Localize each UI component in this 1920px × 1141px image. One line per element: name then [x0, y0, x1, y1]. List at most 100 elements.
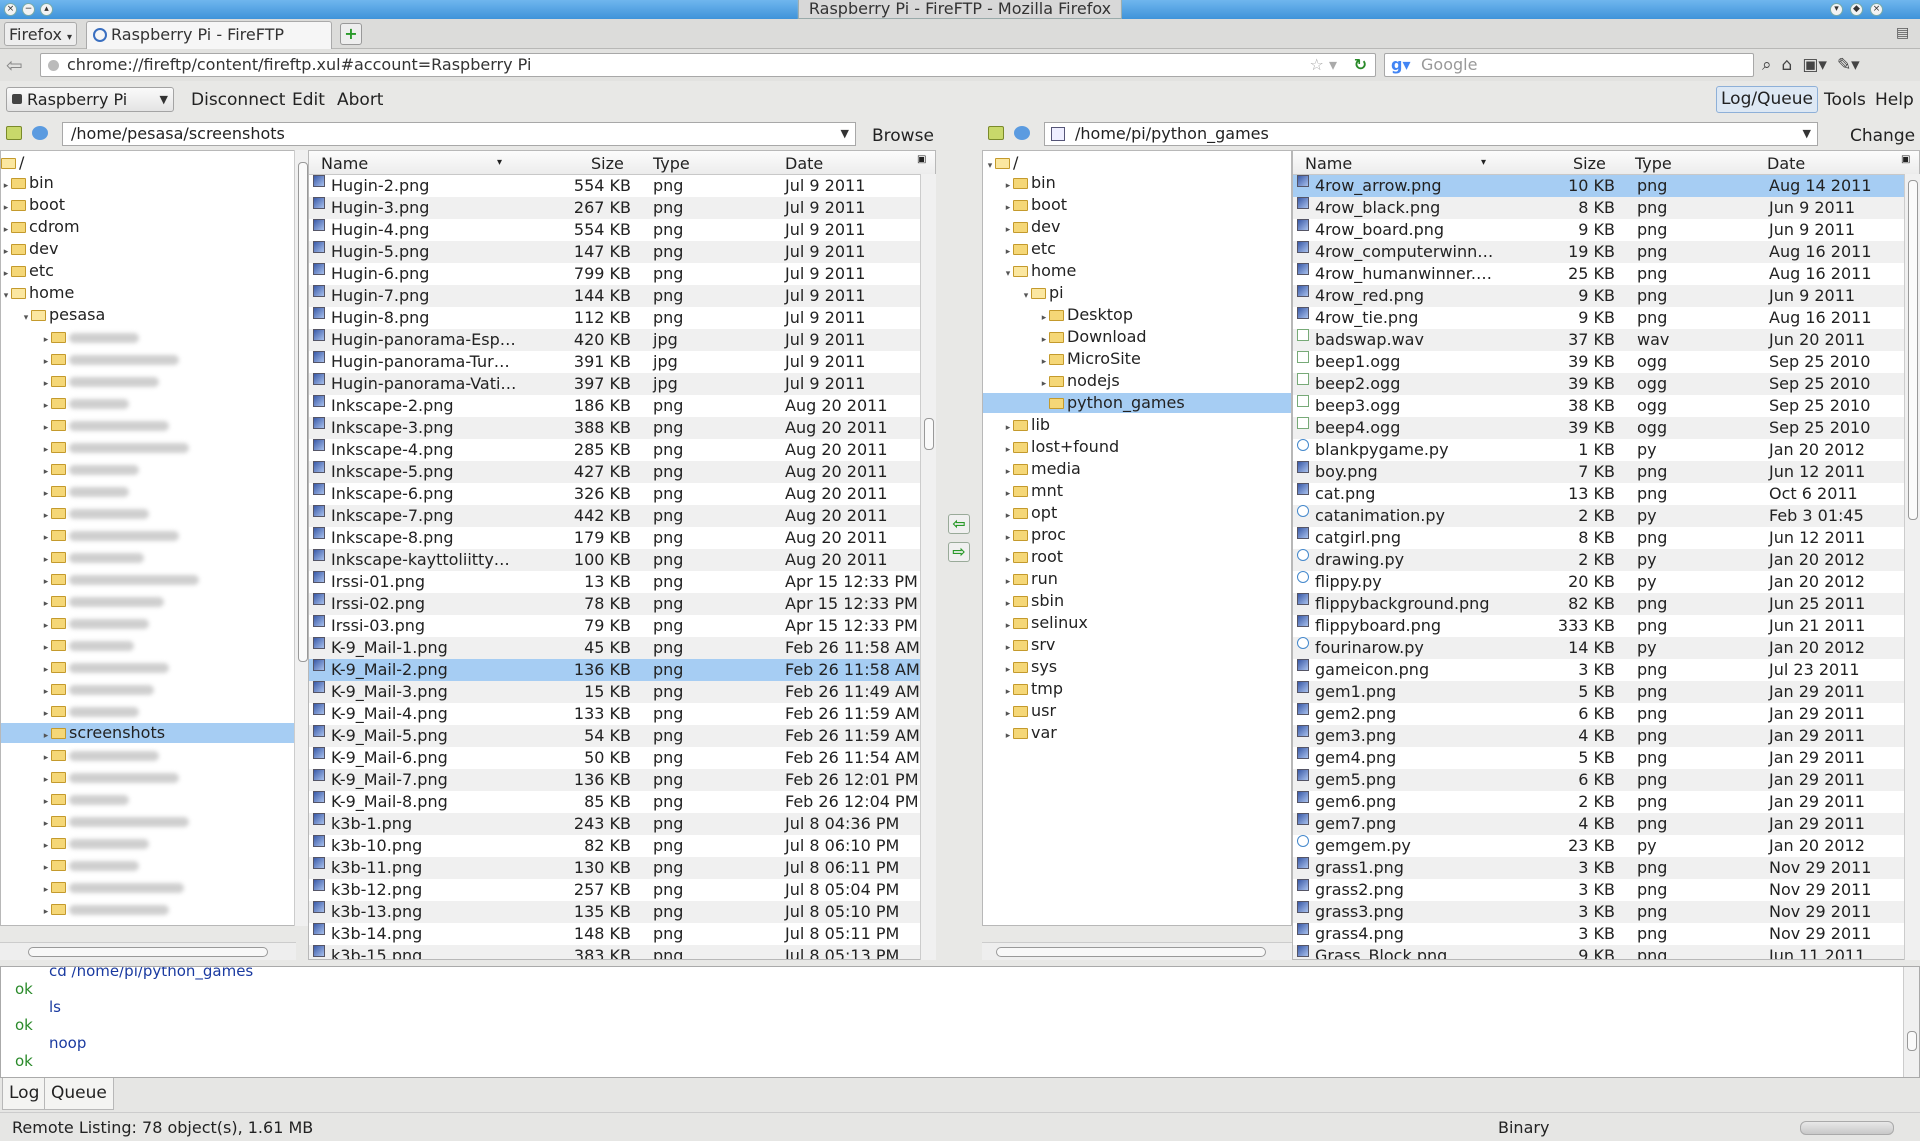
file-row[interactable]: gem4.png 5 KB png Jan 29 2011 [1293, 747, 1905, 769]
tree-folder[interactable]: ▸ dev [1003, 217, 1061, 237]
file-row[interactable]: beep4.ogg 39 KB ogg Sep 25 2010 [1293, 417, 1905, 439]
google-engine-icon[interactable]: g▾ [1391, 54, 1410, 76]
tree-folder[interactable]: ▸ [41, 503, 149, 523]
window-restore-icon[interactable]: ◆ [1850, 3, 1863, 16]
tree-folder[interactable]: ▸ [41, 745, 159, 765]
scroll-thumb[interactable] [1907, 1031, 1917, 1051]
tree-folder[interactable]: ▸ [41, 877, 184, 897]
chevron-down-icon[interactable]: ▼ [1803, 123, 1811, 145]
tree-folder[interactable]: ▸ [41, 679, 154, 699]
chevron-down-icon[interactable]: ▾ [1021, 286, 1031, 306]
tree-folder[interactable]: ▸ cdrom [1, 217, 80, 237]
chevron-right-icon[interactable]: ▸ [41, 726, 51, 746]
file-row[interactable]: Hugin-panorama-Vati… 397 KB jpg Jul 9 2011 [309, 373, 921, 395]
chevron-right-icon[interactable]: ▸ [41, 330, 51, 350]
file-row[interactable]: K-9_Mail-4.png 133 KB png Feb 26 11:59 AM [309, 703, 921, 725]
tree-folder[interactable]: ▸ [41, 525, 179, 545]
chevron-right-icon[interactable]: ▸ [1, 242, 11, 262]
edit-button[interactable]: Edit [292, 90, 325, 110]
chevron-right-icon[interactable]: ▸ [41, 462, 51, 482]
file-row[interactable]: 4row_tie.png 9 KB png Aug 16 2011 [1293, 307, 1905, 329]
tree-folder[interactable]: ▸ [41, 591, 164, 611]
file-row[interactable]: K-9_Mail-8.png 85 KB png Feb 26 12:04 PM [309, 791, 921, 813]
file-row[interactable]: flippybackground.png 82 KB png Jun 25 2011 [1293, 593, 1905, 615]
help-menu[interactable]: Help [1875, 90, 1914, 110]
col-date-header[interactable]: Date [785, 154, 823, 173]
chevron-right-icon[interactable]: ▸ [1039, 352, 1049, 372]
download-arrow-icon[interactable]: ⇦ [948, 514, 970, 534]
chevron-right-icon[interactable]: ▸ [1003, 528, 1013, 548]
local-up-folder-icon[interactable] [6, 126, 22, 140]
file-row[interactable]: gem7.png 4 KB png Jan 29 2011 [1293, 813, 1905, 835]
chevron-right-icon[interactable]: ▸ [1, 198, 11, 218]
chevron-right-icon[interactable]: ▸ [1003, 462, 1013, 482]
file-row[interactable]: catanimation.py 2 KB py Feb 3 01:45 [1293, 505, 1905, 527]
file-row[interactable]: 4row_black.png 8 KB png Jun 9 2011 [1293, 197, 1905, 219]
file-row[interactable]: Irssi-02.png 78 KB png Apr 15 12:33 PM [309, 593, 921, 615]
tree-folder[interactable]: ▸ run [1003, 569, 1058, 589]
tree-folder[interactable]: ▸ sbin [1003, 591, 1064, 611]
column-picker-icon[interactable]: ▣ [1901, 154, 1910, 165]
tree-folder[interactable]: ▸ boot [1, 195, 65, 215]
remote-refresh-icon[interactable] [1014, 126, 1030, 140]
chevron-right-icon[interactable]: ▸ [1, 220, 11, 240]
file-row[interactable]: K-9_Mail-7.png 136 KB png Feb 26 12:01 PM [309, 769, 921, 791]
chevron-right-icon[interactable]: ▸ [1, 264, 11, 284]
file-row-selected[interactable]: K-9_Mail-2.png 136 KB png Feb 26 11:58 AM [309, 659, 921, 681]
tree-folder[interactable]: ▸ root [1003, 547, 1063, 567]
chevron-right-icon[interactable]: ▸ [1003, 550, 1013, 570]
chevron-right-icon[interactable]: ▸ [1003, 660, 1013, 680]
chevron-right-icon[interactable]: ▸ [41, 374, 51, 394]
chevron-right-icon[interactable]: ▸ [41, 682, 51, 702]
remote-up-folder-icon[interactable] [988, 126, 1004, 140]
tree-folder[interactable]: ▸ lost+found [1003, 437, 1119, 457]
file-row[interactable]: Hugin-8.png 112 KB png Jul 9 2011 [309, 307, 921, 329]
chevron-right-icon[interactable]: ▸ [1039, 330, 1049, 350]
tab-log[interactable]: Log [2, 1078, 47, 1110]
file-row[interactable]: gem3.png 4 KB png Jan 29 2011 [1293, 725, 1905, 747]
chevron-right-icon[interactable]: ▸ [41, 418, 51, 438]
site-identity-icon[interactable] [48, 60, 59, 71]
file-row[interactable]: Hugin-7.png 144 KB png Jul 9 2011 [309, 285, 921, 307]
tree-folder[interactable]: ▸ [41, 767, 179, 787]
scroll-thumb[interactable] [996, 947, 1266, 957]
file-row[interactable]: Hugin-panorama-Tur… 391 KB jpg Jul 9 2011 [309, 351, 921, 373]
col-size-header[interactable]: Size [591, 154, 624, 173]
tree-folder[interactable]: ▾ pi [1021, 283, 1064, 303]
file-row[interactable]: catgirl.png 8 KB png Jun 12 2011 [1293, 527, 1905, 549]
chevron-right-icon[interactable]: ▸ [1003, 242, 1013, 262]
chevron-right-icon[interactable]: ▸ [41, 814, 51, 834]
file-row[interactable]: K-9_Mail-5.png 54 KB png Feb 26 11:59 AM [309, 725, 921, 747]
chevron-right-icon[interactable]: ▸ [41, 506, 51, 526]
chevron-right-icon[interactable]: ▸ [41, 352, 51, 372]
tools-menu[interactable]: Tools [1824, 90, 1866, 110]
transfer-mode-status[interactable]: Binary [1498, 1118, 1549, 1137]
url-bar[interactable]: chrome://fireftp/content/fireftp.xul#acc… [40, 53, 1376, 77]
tree-folder[interactable]: ▸ [41, 459, 139, 479]
upload-arrow-icon[interactable]: ⇨ [948, 542, 970, 562]
file-row[interactable]: k3b-11.png 130 KB png Jul 8 06:11 PM [309, 857, 921, 879]
col-size-header[interactable]: Size [1573, 154, 1606, 173]
file-row[interactable]: blankpygame.py 1 KB py Jan 20 2012 [1293, 439, 1905, 461]
tree-folder[interactable]: ▸ [41, 635, 134, 655]
tree-folder[interactable]: ▸ [41, 415, 169, 435]
fireftp-icon[interactable]: ▣▾ [1802, 53, 1827, 77]
remote-tree-hscroll[interactable] [982, 942, 1292, 960]
chevron-right-icon[interactable]: ▸ [1003, 638, 1013, 658]
tree-folder[interactable]: ▸ sys [1003, 657, 1057, 677]
local-tree-hscroll[interactable] [0, 942, 296, 960]
file-row[interactable]: beep2.ogg 39 KB ogg Sep 25 2010 [1293, 373, 1905, 395]
chevron-right-icon[interactable]: ▸ [1039, 374, 1049, 394]
new-tab-button[interactable]: + [340, 23, 362, 45]
file-row[interactable]: K-9_Mail-1.png 45 KB png Feb 26 11:58 AM [309, 637, 921, 659]
tree-folder[interactable]: ▸ [41, 833, 149, 853]
chevron-right-icon[interactable]: ▸ [41, 902, 51, 922]
chevron-right-icon[interactable]: ▸ [1003, 726, 1013, 746]
tree-folder[interactable]: ▸ tmp [1003, 679, 1063, 699]
file-row[interactable]: Inkscape-4.png 285 KB png Aug 20 2011 [309, 439, 921, 461]
file-row[interactable]: badswap.wav 37 KB wav Jun 20 2011 [1293, 329, 1905, 351]
tree-folder[interactable]: ▸ [41, 613, 149, 633]
tree-folder[interactable]: ▸ lib [1003, 415, 1050, 435]
file-row[interactable]: beep3.ogg 38 KB ogg Sep 25 2010 [1293, 395, 1905, 417]
chevron-right-icon[interactable]: ▸ [1003, 594, 1013, 614]
